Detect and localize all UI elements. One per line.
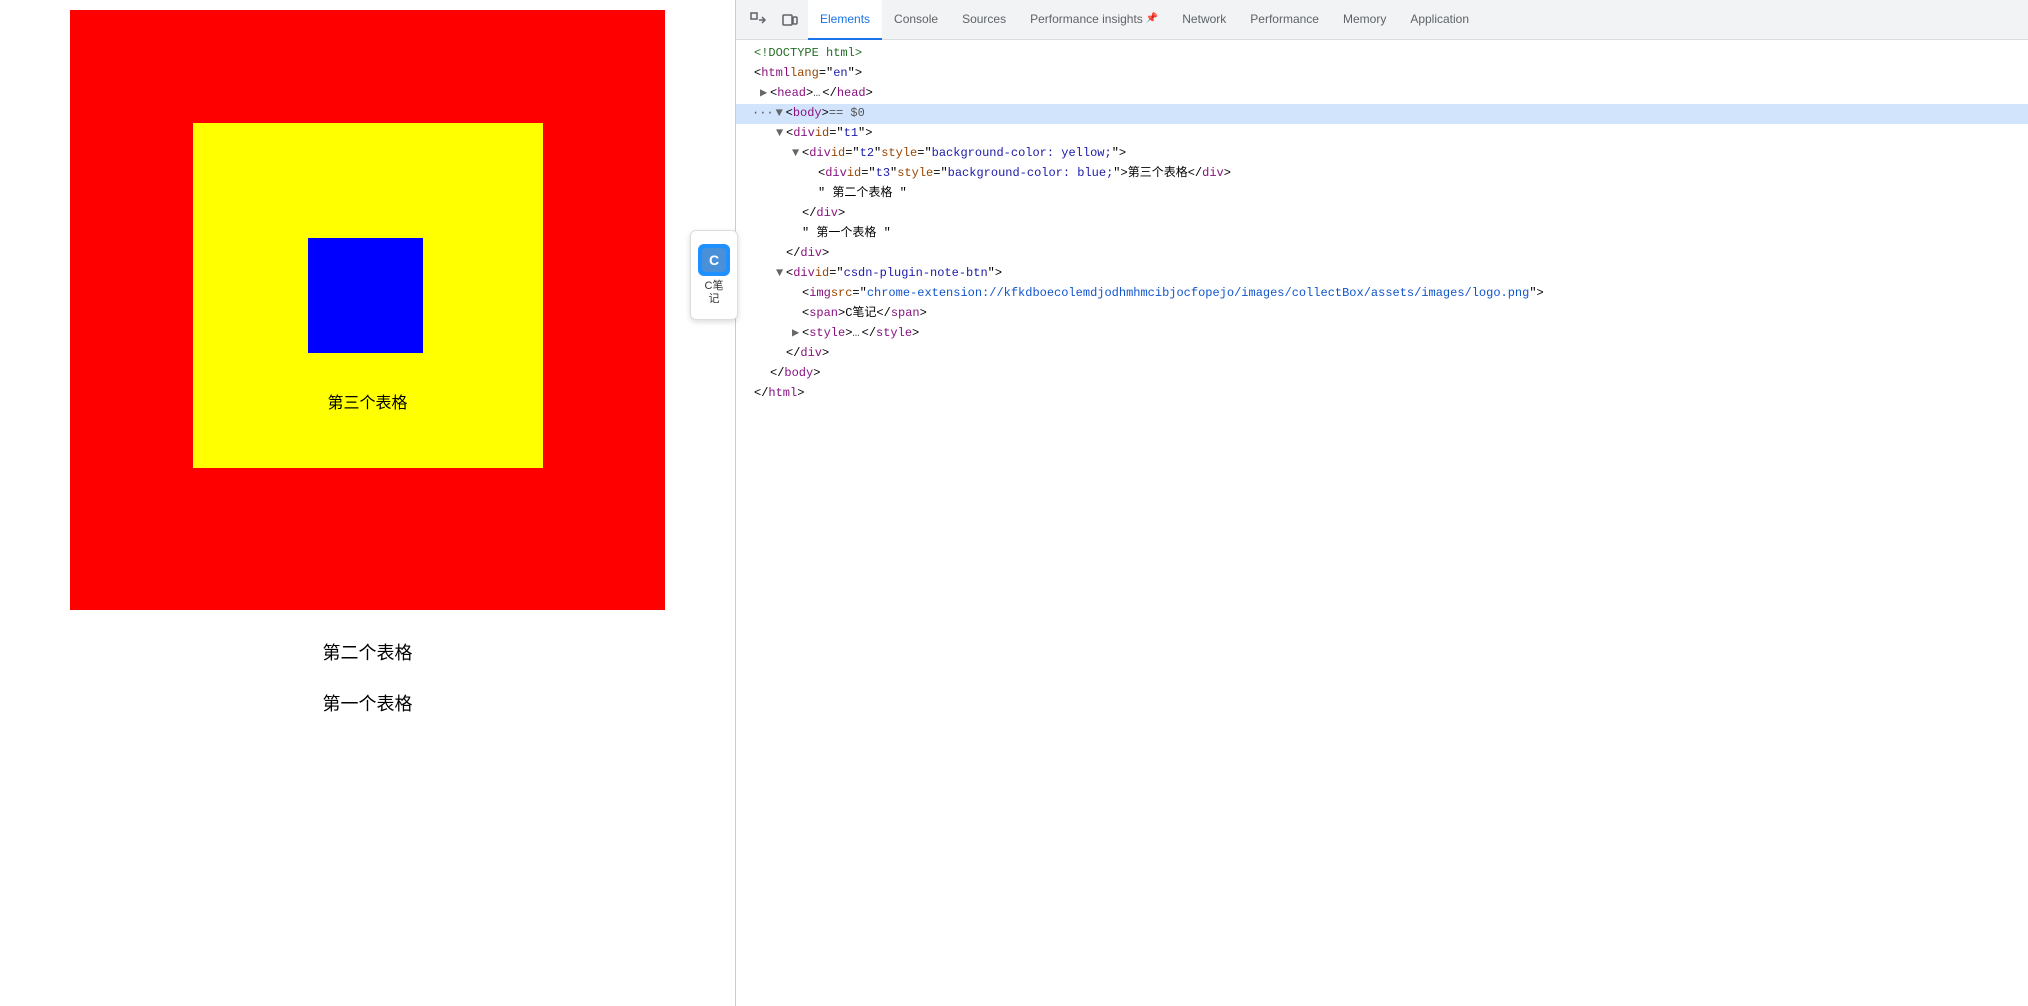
- c-note-icon: C: [698, 244, 730, 276]
- devtools-tabs: Elements Console Sources Performance ins…: [736, 0, 2028, 40]
- dom-line-text-t2[interactable]: " 第二个表格 ": [736, 184, 2028, 204]
- img-src-link[interactable]: chrome-extension://kfkdboecolemdjodhmhmc…: [867, 284, 1530, 303]
- div-t2: 第三个表格: [193, 123, 543, 468]
- dom-line-img[interactable]: <img src="chrome-extension://kfkdboecole…: [736, 284, 2028, 304]
- tab-performance-insights[interactable]: Performance insights 📌: [1018, 0, 1170, 40]
- dom-line-style[interactable]: ▶ <style>…</style>: [736, 324, 2028, 344]
- dom-line-t1[interactable]: ▼ <div id="t1">: [736, 124, 2028, 144]
- devtools-panel: Elements Console Sources Performance ins…: [735, 0, 2028, 1006]
- tab-network[interactable]: Network: [1170, 0, 1238, 40]
- dom-tree[interactable]: <!DOCTYPE html> <html lang="en"> ▶ <head…: [736, 40, 2028, 1006]
- tab-application[interactable]: Application: [1398, 0, 1481, 40]
- dom-line-doctype[interactable]: <!DOCTYPE html>: [736, 44, 2028, 64]
- dom-line-close-t1[interactable]: </div>: [736, 244, 2028, 264]
- tab-performance[interactable]: Performance: [1238, 0, 1331, 40]
- webpage-preview: 第三个表格 第二个表格 第一个表格 C C笔记: [0, 0, 735, 1006]
- dom-line-head[interactable]: ▶ <head>…</head>: [736, 84, 2028, 104]
- dom-line-body[interactable]: ··· ▼ <body> == $0: [736, 104, 2028, 124]
- inspect-icon[interactable]: [744, 6, 772, 34]
- dom-line-close-csdn[interactable]: </div>: [736, 344, 2028, 364]
- div-t3: [308, 238, 423, 353]
- dom-line-html[interactable]: <html lang="en">: [736, 64, 2028, 84]
- pin-icon: 📌: [1146, 13, 1158, 24]
- tab-console[interactable]: Console: [882, 0, 950, 40]
- label-t1: 第一个表格: [323, 690, 413, 716]
- dom-line-t3[interactable]: <div id="t3" style="background-color: bl…: [736, 164, 2028, 184]
- label-t2: 第二个表格: [323, 639, 413, 665]
- tab-sources[interactable]: Sources: [950, 0, 1018, 40]
- device-toggle-icon[interactable]: [776, 6, 804, 34]
- dom-line-span-cnote[interactable]: <span>C笔记</span>: [736, 304, 2028, 324]
- dom-line-text-t1[interactable]: " 第一个表格 ": [736, 224, 2028, 244]
- label-t3: 第三个表格: [327, 389, 407, 413]
- dom-line-csdn[interactable]: ▼ <div id="csdn-plugin-note-btn">: [736, 264, 2028, 284]
- dom-line-t2[interactable]: ▼ <div id="t2" style="background-color: …: [736, 144, 2028, 164]
- c-note-button[interactable]: C C笔记: [690, 230, 738, 320]
- tab-memory[interactable]: Memory: [1331, 0, 1398, 40]
- dom-line-close-body[interactable]: </body>: [736, 364, 2028, 384]
- tab-elements[interactable]: Elements: [808, 0, 882, 40]
- dom-line-close-t2[interactable]: </div>: [736, 204, 2028, 224]
- div-t1: 第三个表格 第二个表格: [70, 10, 665, 610]
- dom-line-close-html[interactable]: </html>: [736, 384, 2028, 404]
- svg-text:C: C: [709, 252, 719, 268]
- c-note-label: C笔记: [705, 280, 724, 306]
